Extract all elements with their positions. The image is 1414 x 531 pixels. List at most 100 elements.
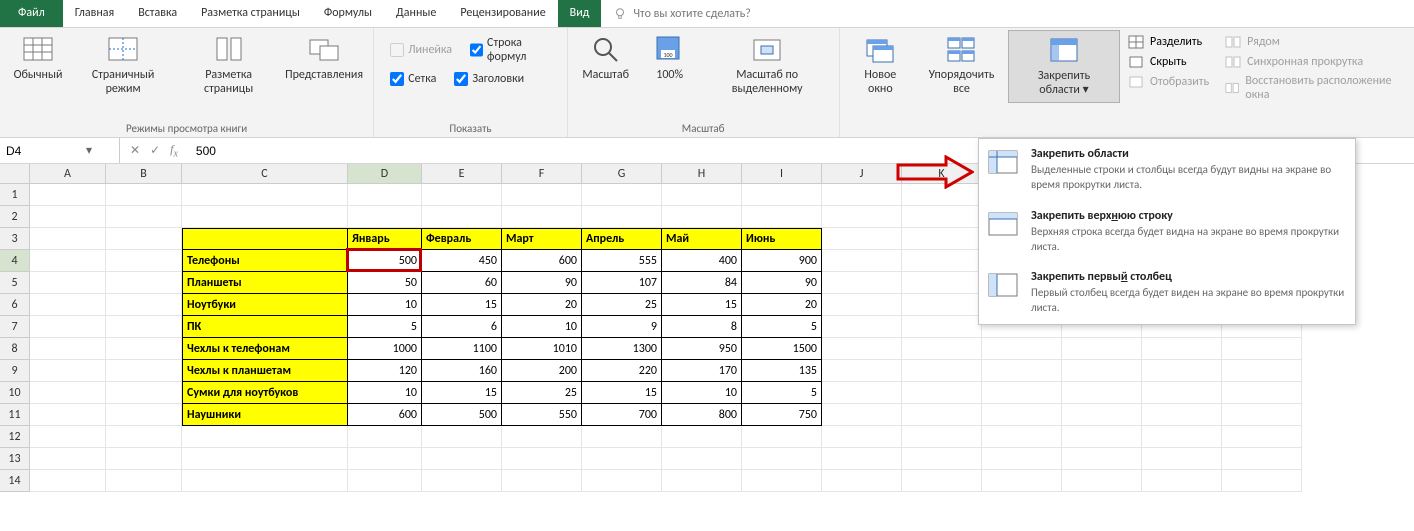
cell-G6[interactable]: 25 (582, 294, 662, 316)
arrange-all-button[interactable]: Упорядочить все (915, 30, 1008, 101)
cell-H11[interactable]: 800 (662, 404, 742, 426)
cell-B10[interactable] (106, 382, 182, 404)
cell-M8[interactable] (1062, 338, 1142, 360)
tab-review[interactable]: Рецензирование (448, 0, 557, 27)
cell-E4[interactable]: 450 (422, 250, 502, 272)
cell-G13[interactable] (582, 448, 662, 470)
cell-J14[interactable] (822, 470, 902, 492)
cell-C2[interactable] (182, 206, 348, 228)
cell-A13[interactable] (30, 448, 106, 470)
cell-D13[interactable] (348, 448, 422, 470)
cell-N8[interactable] (1142, 338, 1222, 360)
cell-F8[interactable]: 1010 (502, 338, 582, 360)
cell-F6[interactable]: 20 (502, 294, 582, 316)
cell-M11[interactable] (1062, 404, 1142, 426)
cell-J7[interactable] (822, 316, 902, 338)
cell-J12[interactable] (822, 426, 902, 448)
custom-views-button[interactable]: Представления (281, 30, 367, 86)
new-window-button[interactable]: Новое окно (846, 30, 915, 101)
cell-M13[interactable] (1062, 448, 1142, 470)
cell-C7[interactable]: ПК (182, 316, 348, 338)
cell-N9[interactable] (1142, 360, 1222, 382)
tab-insert[interactable]: Вставка (126, 0, 189, 27)
cell-O9[interactable] (1222, 360, 1302, 382)
col-header-E[interactable]: E (422, 164, 502, 184)
cell-D6[interactable]: 10 (348, 294, 422, 316)
cell-B2[interactable] (106, 206, 182, 228)
cell-M10[interactable] (1062, 382, 1142, 404)
cell-E3[interactable]: Февраль (422, 228, 502, 250)
cell-M12[interactable] (1062, 426, 1142, 448)
row-header-5[interactable]: 5 (0, 272, 30, 294)
cell-J8[interactable] (822, 338, 902, 360)
cell-I1[interactable] (742, 184, 822, 206)
cell-M14[interactable] (1062, 470, 1142, 492)
cell-L14[interactable] (982, 470, 1062, 492)
cell-I4[interactable]: 900 (742, 250, 822, 272)
zoom-button[interactable]: Масштаб (574, 30, 638, 86)
cell-C11[interactable]: Наушники (182, 404, 348, 426)
cell-G14[interactable] (582, 470, 662, 492)
cell-B5[interactable] (106, 272, 182, 294)
cell-H7[interactable]: 8 (662, 316, 742, 338)
cell-K6[interactable] (902, 294, 982, 316)
cell-H2[interactable] (662, 206, 742, 228)
cell-C6[interactable]: Ноутбуки (182, 294, 348, 316)
col-header-F[interactable]: F (502, 164, 582, 184)
cell-F7[interactable]: 10 (502, 316, 582, 338)
tab-view[interactable]: Вид (558, 0, 602, 27)
cell-K10[interactable] (902, 382, 982, 404)
cell-A6[interactable] (30, 294, 106, 316)
cell-J6[interactable] (822, 294, 902, 316)
cell-A14[interactable] (30, 470, 106, 492)
row-header-3[interactable]: 3 (0, 228, 30, 250)
cell-E6[interactable]: 15 (422, 294, 502, 316)
cell-N14[interactable] (1142, 470, 1222, 492)
pagebreak-view-button[interactable]: Страничный режим (70, 30, 176, 101)
cell-I9[interactable]: 135 (742, 360, 822, 382)
cell-B9[interactable] (106, 360, 182, 382)
cell-O8[interactable] (1222, 338, 1302, 360)
enter-formula-icon[interactable]: ✓ (150, 143, 160, 158)
col-header-A[interactable]: A (30, 164, 106, 184)
cell-C4[interactable]: Телефоны (182, 250, 348, 272)
freeze-panes-button[interactable]: Закрепить области ▾ (1008, 30, 1120, 103)
cell-B1[interactable] (106, 184, 182, 206)
freeze-first-col-item[interactable]: Закрепить первый столбец Первый столбец … (979, 262, 1355, 324)
cell-A5[interactable] (30, 272, 106, 294)
fx-icon[interactable]: fx (170, 142, 178, 159)
cell-E13[interactable] (422, 448, 502, 470)
cell-F9[interactable]: 200 (502, 360, 582, 382)
cell-B13[interactable] (106, 448, 182, 470)
zoom-selection-button[interactable]: Масштаб по выделенному (702, 30, 833, 101)
cell-C12[interactable] (182, 426, 348, 448)
cell-A9[interactable] (30, 360, 106, 382)
cell-C1[interactable] (182, 184, 348, 206)
cell-C3[interactable] (182, 228, 348, 250)
freeze-top-row-item[interactable]: Закрепить верхнюю строку Верхняя строка … (979, 201, 1355, 263)
cell-G10[interactable]: 15 (582, 382, 662, 404)
cell-H12[interactable] (662, 426, 742, 448)
cell-E7[interactable]: 6 (422, 316, 502, 338)
cell-K4[interactable] (902, 250, 982, 272)
cell-C8[interactable]: Чехлы к телефонам (182, 338, 348, 360)
cell-H5[interactable]: 84 (662, 272, 742, 294)
cell-H3[interactable]: Май (662, 228, 742, 250)
row-header-10[interactable]: 10 (0, 382, 30, 404)
col-header-I[interactable]: I (742, 164, 822, 184)
cell-F2[interactable] (502, 206, 582, 228)
col-header-H[interactable]: H (662, 164, 742, 184)
tab-data[interactable]: Данные (384, 0, 448, 27)
cell-J10[interactable] (822, 382, 902, 404)
cell-E10[interactable]: 15 (422, 382, 502, 404)
cell-F13[interactable] (502, 448, 582, 470)
cell-O13[interactable] (1222, 448, 1302, 470)
cell-K13[interactable] (902, 448, 982, 470)
cell-K14[interactable] (902, 470, 982, 492)
cell-I14[interactable] (742, 470, 822, 492)
cell-E12[interactable] (422, 426, 502, 448)
name-box[interactable]: ▾ (0, 138, 120, 163)
cell-E14[interactable] (422, 470, 502, 492)
cell-B4[interactable] (106, 250, 182, 272)
cell-D12[interactable] (348, 426, 422, 448)
